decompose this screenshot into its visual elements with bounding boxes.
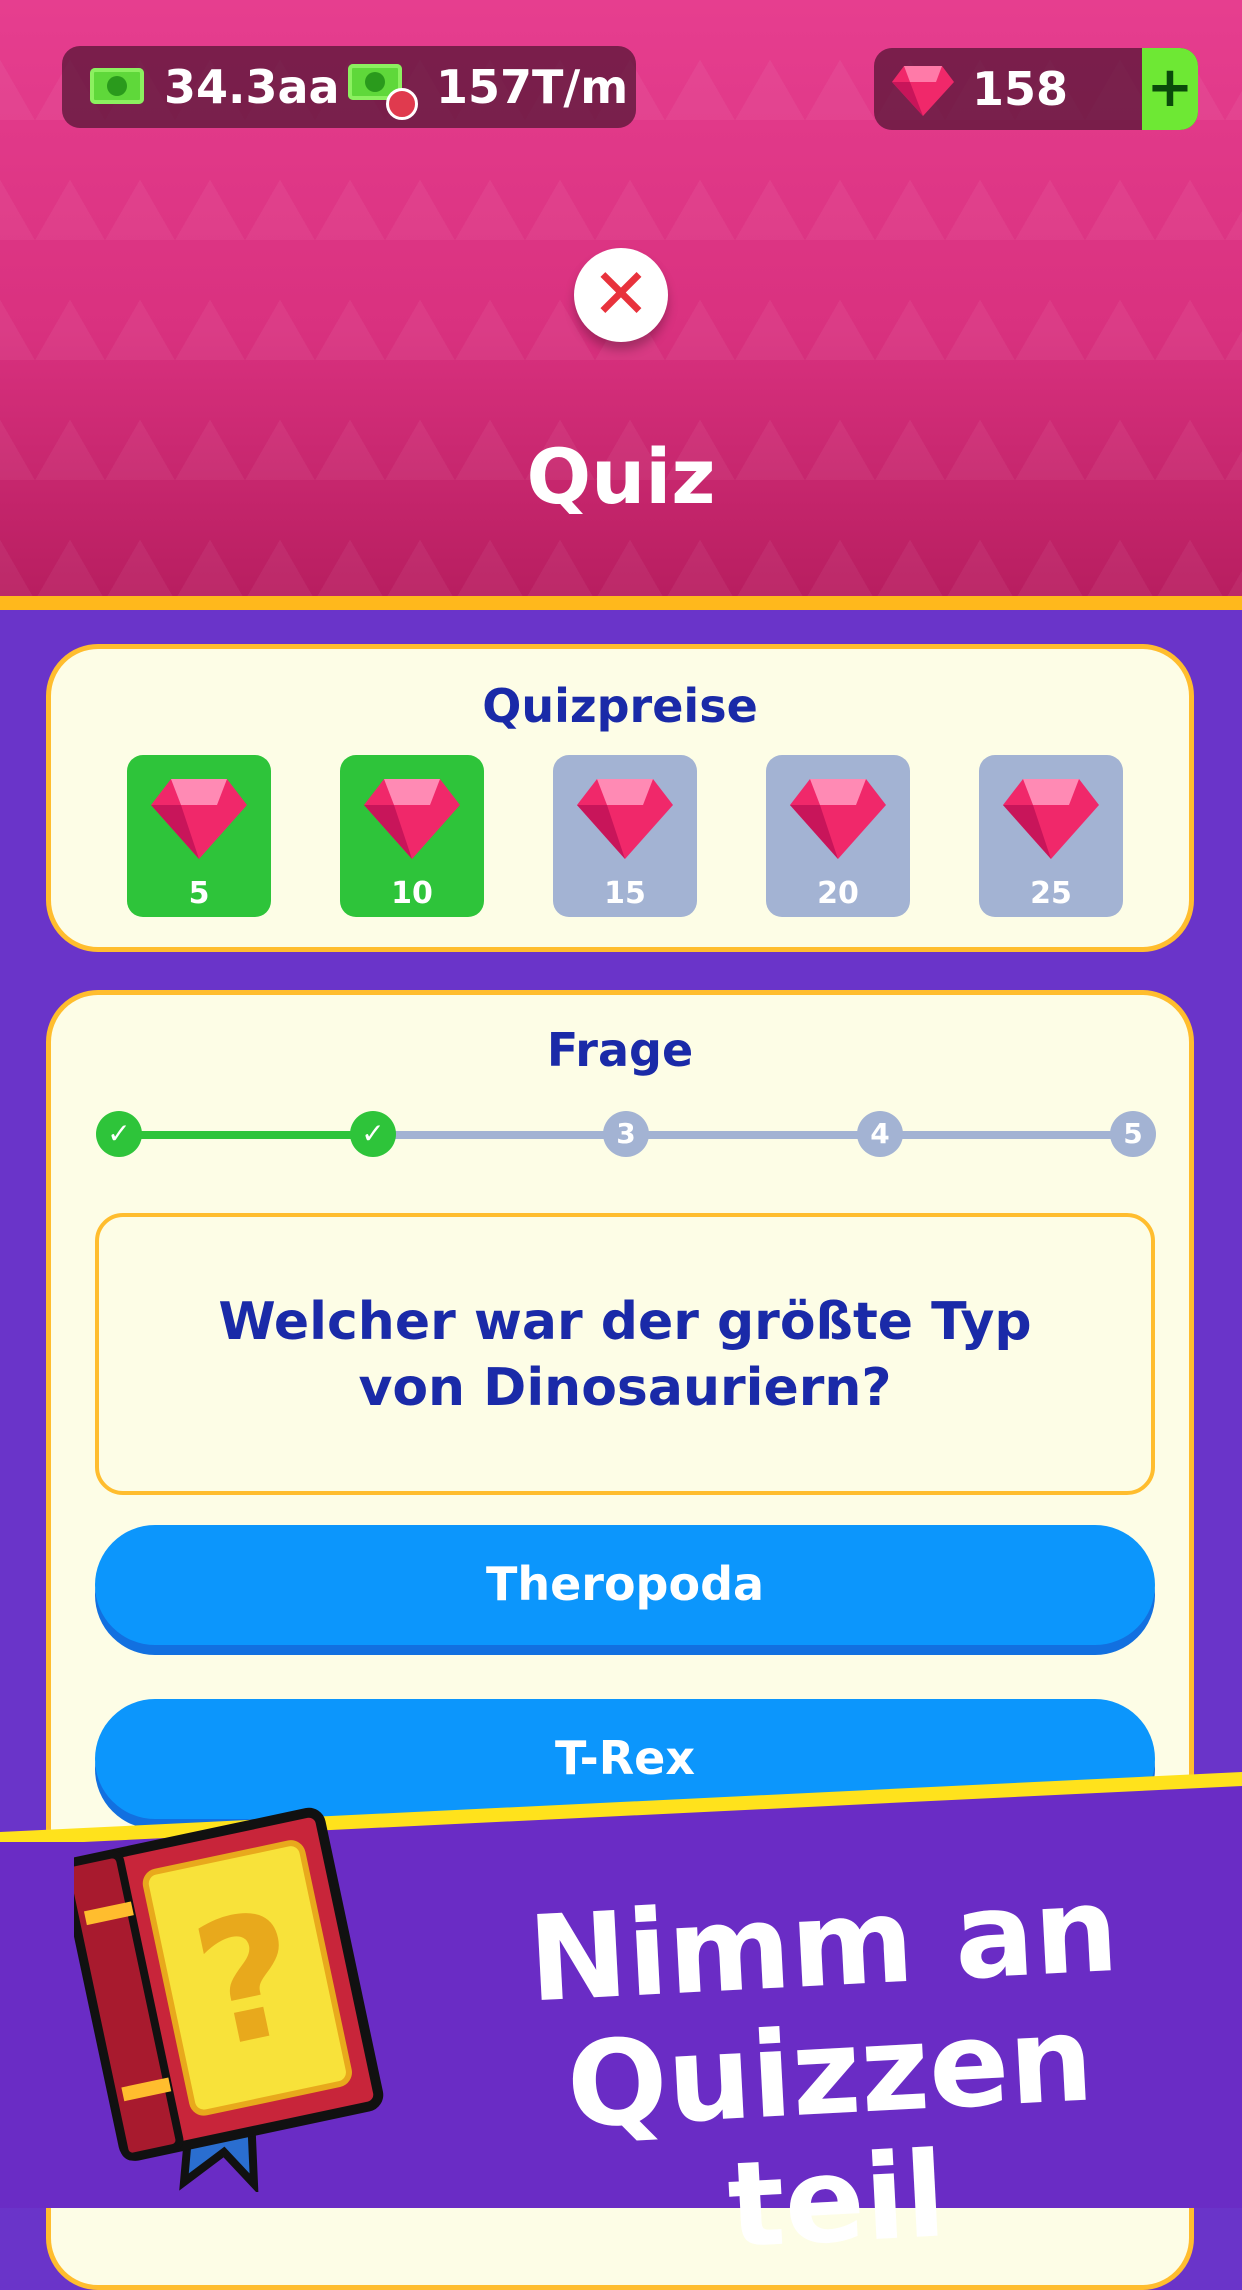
- step-complete-check-icon: ✓: [350, 1111, 396, 1157]
- question-text: Welcher war der größte Typ von Dinosauri…: [139, 1289, 1111, 1421]
- prizes-title: Quizpreise: [482, 679, 758, 733]
- prizes-card: Quizpreise 5 10 15 20 25: [46, 644, 1194, 952]
- question-line-2: von Dinosauriern?: [358, 1358, 892, 1418]
- prize-tile: 5: [127, 755, 271, 917]
- prize-value: 15: [604, 876, 646, 911]
- prize-tile: 20: [766, 755, 910, 917]
- close-button[interactable]: ✕: [574, 248, 668, 342]
- currency-bar: 34.3aa 157T/m: [62, 46, 636, 128]
- prize-value: 20: [817, 876, 859, 911]
- prize-value: 5: [188, 876, 210, 911]
- promo-line-2: Quizzen teil: [563, 1989, 1097, 2275]
- prize-value: 25: [1030, 876, 1072, 911]
- question-box: Welcher war der größte Typ von Dinosauri…: [95, 1213, 1155, 1495]
- promo-headline: Nimm an Quizzen teil: [460, 1860, 1199, 2282]
- step-number: 5: [1110, 1111, 1156, 1157]
- gem-icon: [1003, 779, 1099, 859]
- prize-tile: 10: [340, 755, 484, 917]
- prize-tile: 25: [979, 755, 1123, 917]
- gem-icon: [790, 779, 886, 859]
- prize-value: 10: [391, 876, 433, 911]
- prize-tile: 15: [553, 755, 697, 917]
- cash-amount: 34.3aa: [164, 60, 340, 114]
- step-number: 4: [857, 1111, 903, 1157]
- clock-icon: [386, 88, 418, 120]
- progress-done-line: [119, 1131, 373, 1139]
- question-book-icon: ?: [74, 1807, 384, 2192]
- gem-icon: [151, 779, 247, 859]
- answer-button-1[interactable]: Theropoda: [95, 1525, 1155, 1645]
- income-rate: 157T/m: [436, 60, 629, 114]
- step-complete-check-icon: ✓: [96, 1111, 142, 1157]
- question-title: Frage: [546, 1023, 694, 1077]
- gem-icon: [364, 779, 460, 859]
- question-line-1: Welcher war der größte Typ: [218, 1292, 1032, 1352]
- step-number: 3: [603, 1111, 649, 1157]
- gem-count: 158: [972, 62, 1069, 116]
- header-divider: [0, 596, 1242, 610]
- add-gems-button[interactable]: +: [1142, 48, 1198, 130]
- gem-icon: [577, 779, 673, 859]
- gem-icon: [892, 66, 954, 116]
- progress-remaining-line: [373, 1131, 1125, 1139]
- page-title: Quiz: [526, 432, 716, 521]
- gem-counter: 158 +: [874, 48, 1198, 130]
- cash-icon: [90, 68, 144, 104]
